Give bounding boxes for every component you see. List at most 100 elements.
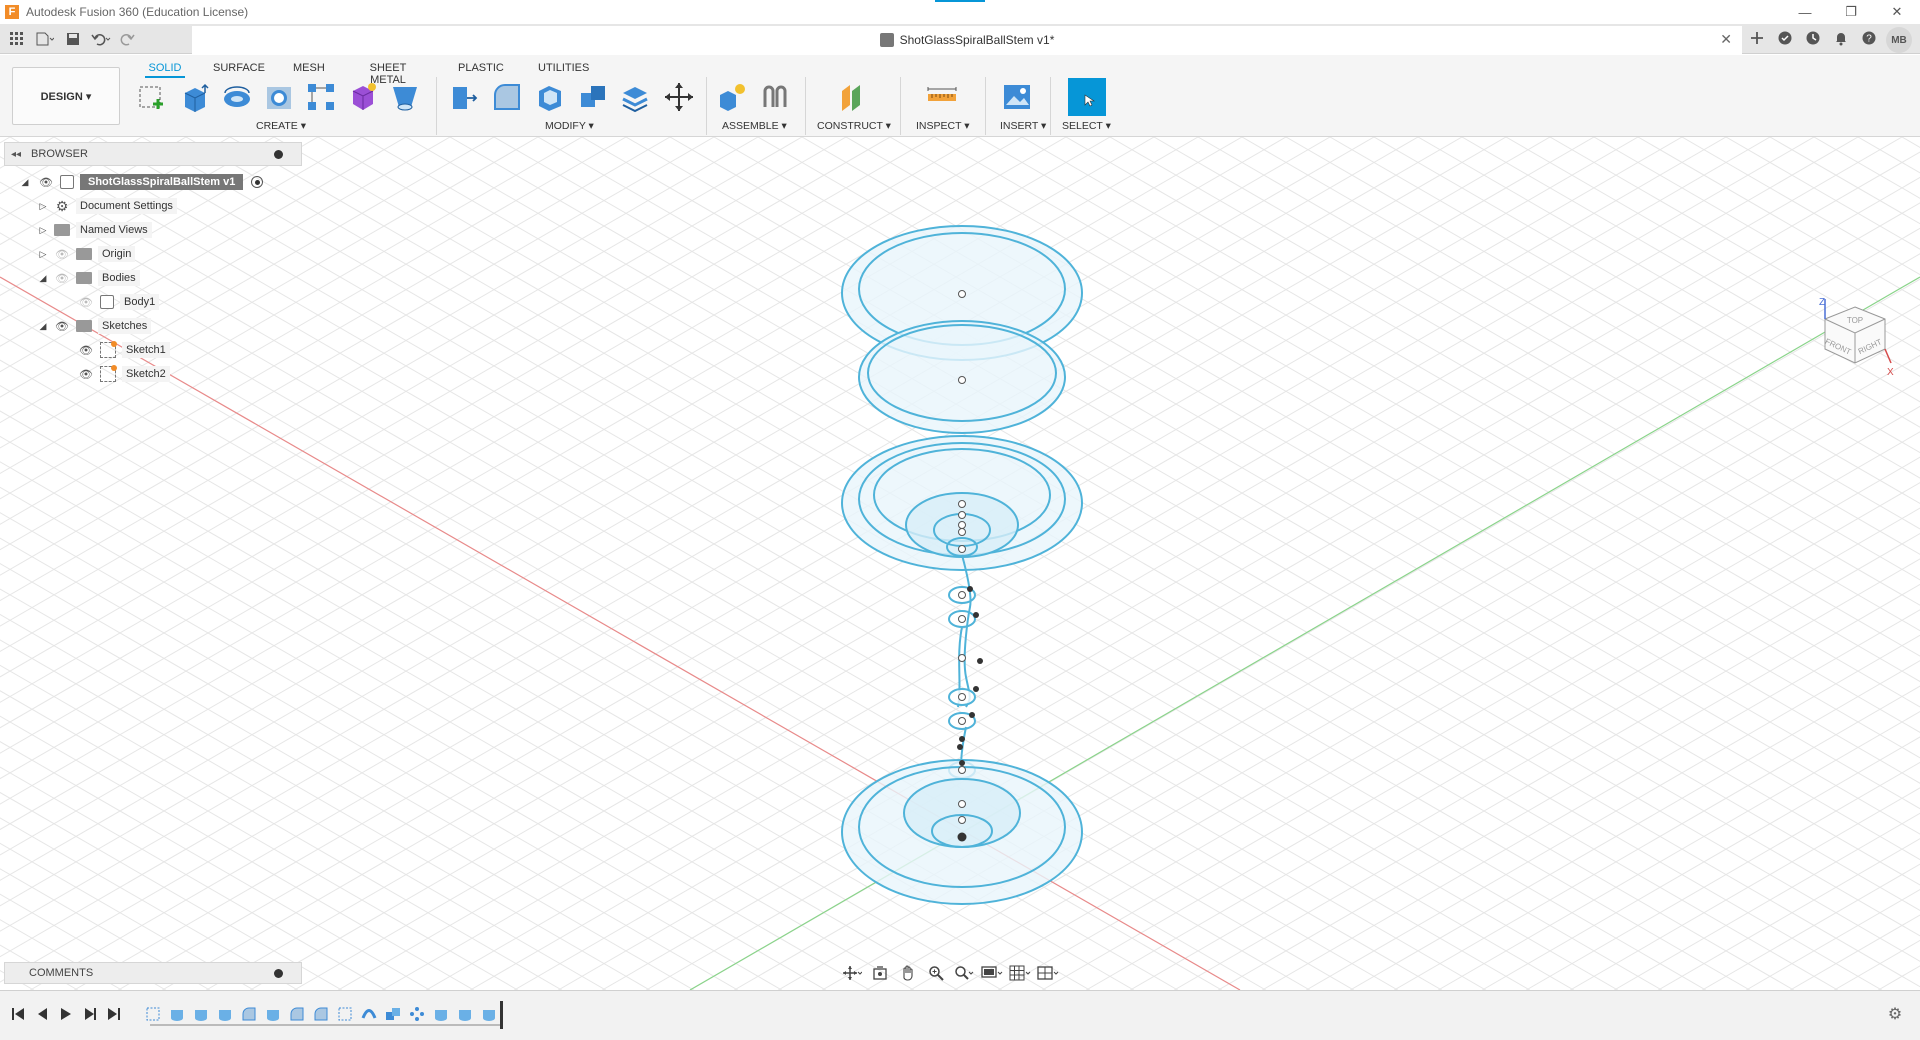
collapse-browser-icon[interactable]: ◂◂ (11, 149, 21, 160)
extrude-icon[interactable] (178, 80, 212, 114)
tree-item-sketch2[interactable]: 👁 Sketch2 (10, 362, 300, 386)
timeline-revolve-icon[interactable] (481, 1006, 497, 1022)
look-at-icon[interactable] (868, 962, 892, 984)
revolve-icon[interactable] (220, 80, 254, 114)
modify-group-label[interactable]: MODIFY ▾ (545, 120, 594, 132)
inspect-group-label[interactable]: INSPECT ▾ (916, 120, 970, 132)
timeline-settings-gear-icon[interactable]: ⚙ (1886, 1005, 1904, 1023)
timeline-track[interactable] (150, 1024, 502, 1026)
tab-solid[interactable]: SOLID (145, 58, 185, 78)
tree-item-sketch1[interactable]: 👁 Sketch1 (10, 338, 300, 362)
timeline-first-icon[interactable] (10, 1006, 26, 1022)
rectangular-pattern-icon[interactable] (304, 80, 338, 114)
timeline-revolve-icon[interactable] (217, 1006, 233, 1022)
timeline-combine-icon[interactable] (385, 1006, 401, 1022)
workspace-switcher-button[interactable]: DESIGN ▾ (12, 67, 120, 125)
new-tab-plus-icon[interactable] (1746, 27, 1768, 49)
save-icon[interactable] (62, 28, 84, 50)
visibility-eye-icon[interactable]: 👁 (78, 368, 94, 381)
timeline-sweep-icon[interactable] (361, 1006, 377, 1022)
timeline-fillet-icon[interactable] (289, 1006, 305, 1022)
extensions-icon[interactable] (1774, 27, 1796, 49)
tree-item-bodies[interactable]: ◢ 👁 Bodies (10, 266, 300, 290)
redo-icon[interactable] (118, 28, 140, 50)
hidden-eye-icon[interactable]: 👁 (78, 296, 94, 309)
restore-button[interactable]: ❐ (1828, 0, 1874, 24)
timeline-fillet-icon[interactable] (313, 1006, 329, 1022)
move-copy-icon[interactable] (662, 80, 696, 114)
add-comment-icon[interactable] (274, 969, 283, 978)
tree-item-named-views[interactable]: ▷ Named Views (10, 218, 300, 242)
hidden-eye-icon[interactable]: 👁 (54, 272, 70, 285)
expand-toggle-icon[interactable]: ◢ (38, 273, 48, 283)
timeline-revolve-icon[interactable] (265, 1006, 281, 1022)
visibility-eye-icon[interactable]: 👁 (54, 320, 70, 333)
view-cube[interactable]: TOP FRONT RIGHT Z X (1815, 297, 1895, 387)
offset-plane-icon[interactable] (835, 80, 869, 114)
create-group-label[interactable]: CREATE ▾ (256, 120, 306, 132)
display-settings-icon[interactable] (980, 962, 1004, 984)
timeline-revolve-icon[interactable] (169, 1006, 185, 1022)
press-pull-icon[interactable] (446, 80, 480, 114)
select-tool-icon[interactable] (1068, 78, 1106, 116)
tab-plastic[interactable]: PLASTIC (458, 58, 504, 78)
timeline-revolve-icon[interactable] (193, 1006, 209, 1022)
insert-canvas-icon[interactable] (1000, 80, 1034, 114)
job-status-icon[interactable] (1802, 27, 1824, 49)
expand-toggle-icon[interactable]: ◢ (38, 321, 48, 331)
create-form-icon[interactable] (346, 80, 380, 114)
tab-utilities[interactable]: UTILITIES (538, 58, 589, 78)
user-avatar[interactable]: MB (1886, 27, 1912, 53)
measure-icon[interactable] (925, 80, 959, 114)
activate-component-icon[interactable] (251, 176, 264, 188)
comments-panel-header[interactable]: COMMENTS (4, 962, 302, 984)
timeline-fillet-icon[interactable] (241, 1006, 257, 1022)
orbit-icon[interactable] (840, 962, 864, 984)
close-window-button[interactable]: ✕ (1874, 0, 1920, 24)
help-icon[interactable]: ? (1858, 27, 1880, 49)
insert-group-label[interactable]: INSERT ▾ (1000, 120, 1046, 132)
timeline-revolve-icon[interactable] (433, 1006, 449, 1022)
root-component-label[interactable]: ShotGlassSpiralBallStem v1 (80, 174, 244, 190)
hole-icon[interactable] (262, 80, 296, 114)
tree-item-sketches[interactable]: ◢ 👁 Sketches (10, 314, 300, 338)
expand-toggle-icon[interactable]: ▷ (38, 225, 48, 235)
document-tab[interactable]: ShotGlassSpiralBallStem v1* ✕ (192, 26, 1742, 54)
browser-panel-header[interactable]: ◂◂ BROWSER (4, 142, 302, 166)
assemble-group-label[interactable]: ASSEMBLE ▾ (722, 120, 787, 132)
timeline-last-icon[interactable] (106, 1006, 122, 1022)
timeline-revolve-icon[interactable] (457, 1006, 473, 1022)
hidden-eye-icon[interactable]: 👁 (54, 248, 70, 261)
timeline-sketch-icon[interactable] (145, 1006, 161, 1022)
timeline-previous-icon[interactable] (34, 1006, 50, 1022)
tab-sheet-metal[interactable]: SHEET METAL (353, 58, 423, 86)
tree-item-document-settings[interactable]: ▷ ⚙ Document Settings (10, 194, 300, 218)
expand-toggle-icon[interactable]: ▷ (38, 249, 48, 259)
notifications-bell-icon[interactable] (1830, 27, 1852, 49)
shell-icon[interactable] (533, 80, 567, 114)
tab-surface[interactable]: SURFACE (213, 58, 265, 78)
joint-icon[interactable] (758, 80, 792, 114)
app-grid-icon[interactable] (6, 28, 28, 50)
undo-icon[interactable] (90, 28, 112, 50)
timeline-marker[interactable] (500, 1001, 503, 1029)
loft-icon[interactable] (388, 80, 422, 114)
zoom-window-icon[interactable] (952, 962, 976, 984)
tree-root[interactable]: ◢ 👁 ShotGlassSpiralBallStem v1 (10, 170, 300, 194)
construct-group-label[interactable]: CONSTRUCT ▾ (817, 120, 891, 132)
visibility-eye-icon[interactable]: 👁 (38, 176, 54, 189)
combine-icon[interactable] (576, 80, 610, 114)
timeline-play-icon[interactable] (58, 1006, 74, 1022)
expand-toggle-icon[interactable]: ◢ (20, 177, 30, 187)
tab-mesh[interactable]: MESH (293, 58, 325, 78)
zoom-icon[interactable] (924, 962, 948, 984)
offset-face-icon[interactable] (618, 80, 652, 114)
browser-options-icon[interactable] (274, 150, 283, 159)
visibility-eye-icon[interactable]: 👁 (78, 344, 94, 357)
timeline-pattern-icon[interactable] (409, 1006, 425, 1022)
select-group-label[interactable]: SELECT ▾ (1062, 120, 1111, 132)
expand-toggle-icon[interactable]: ▷ (38, 201, 48, 211)
minimize-button[interactable]: — (1782, 0, 1828, 24)
fillet-icon[interactable] (490, 80, 524, 114)
tree-item-body1[interactable]: 👁 Body1 (10, 290, 300, 314)
